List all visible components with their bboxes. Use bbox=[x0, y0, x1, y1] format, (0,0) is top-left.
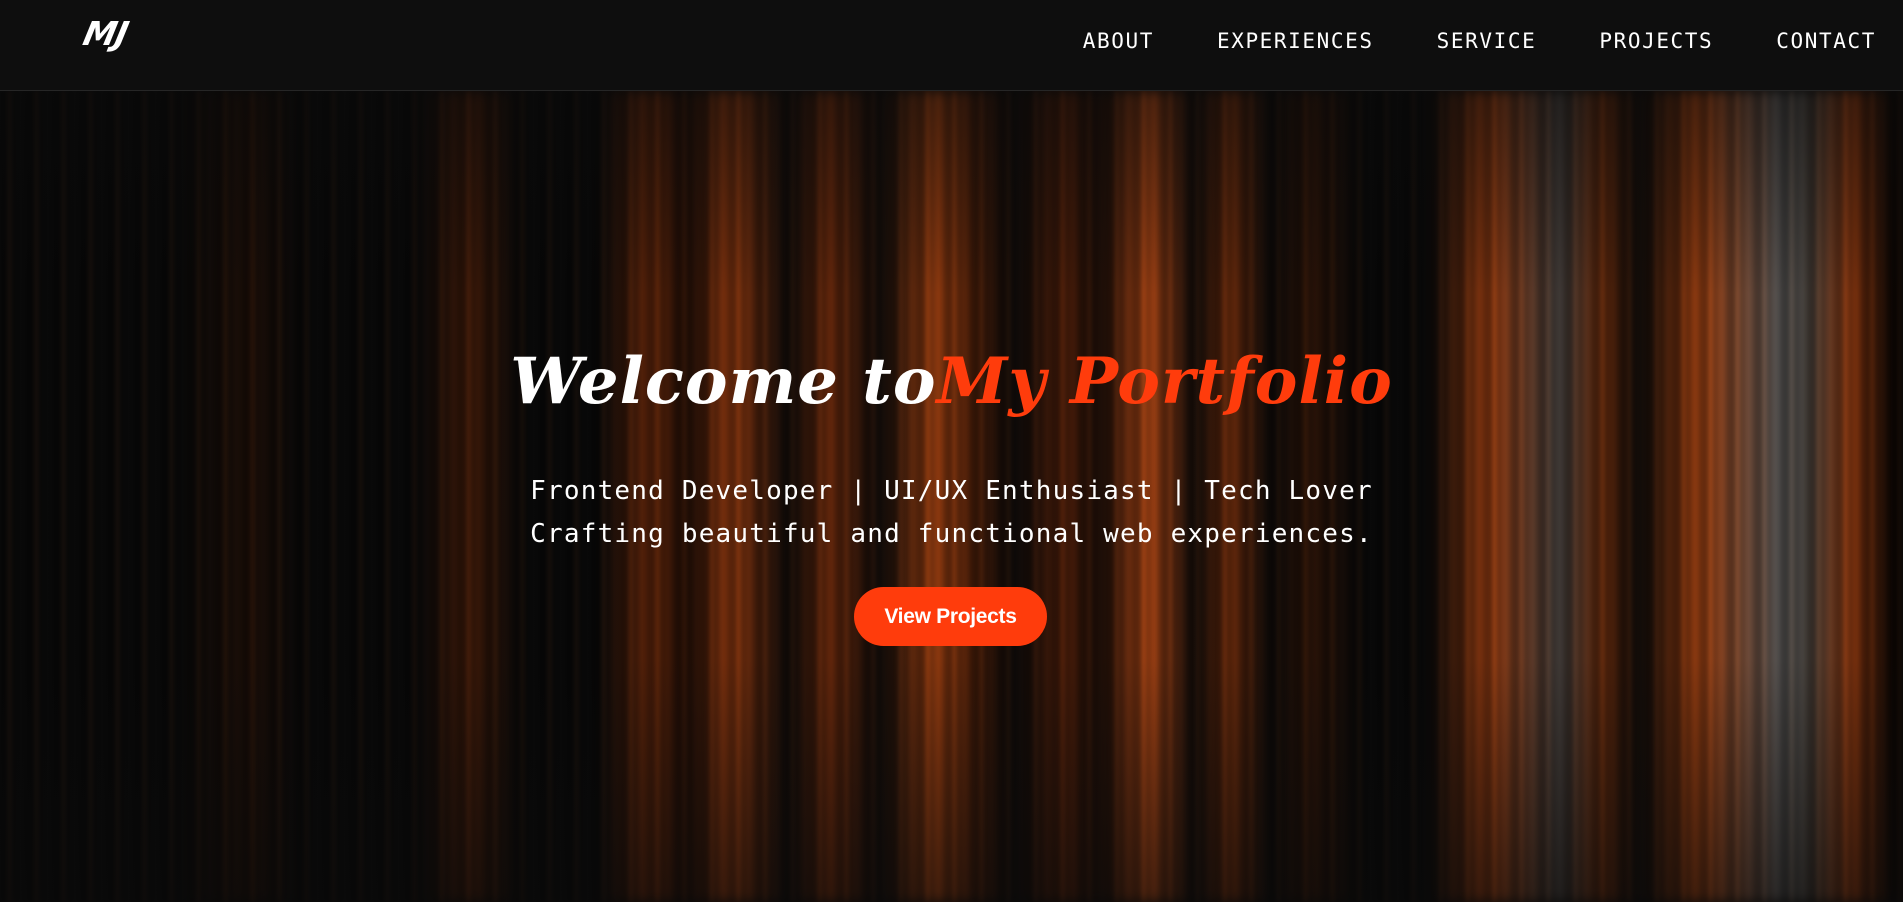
view-projects-button[interactable]: View Projects bbox=[854, 587, 1047, 646]
hero-title-welcome: Welcome to bbox=[510, 344, 937, 419]
main-nav: ABOUT EXPERIENCES SERVICE PROJECTS CONTA… bbox=[1083, 29, 1876, 53]
nav-link-service[interactable]: SERVICE bbox=[1437, 29, 1537, 53]
hero-section: Welcome toMy Portfolio Frontend Develope… bbox=[0, 91, 1903, 902]
nav-link-projects[interactable]: PROJECTS bbox=[1599, 29, 1713, 53]
logo[interactable]: MJ bbox=[80, 14, 131, 53]
nav-link-contact[interactable]: CONTACT bbox=[1776, 29, 1876, 53]
hero-subtitle-tagline: Crafting beautiful and functional web ex… bbox=[530, 519, 1373, 549]
hero-title: Welcome toMy Portfolio bbox=[0, 344, 1903, 419]
nav-link-experiences[interactable]: EXPERIENCES bbox=[1217, 29, 1374, 53]
nav-link-about[interactable]: ABOUT bbox=[1083, 29, 1154, 53]
navbar: MJ ABOUT EXPERIENCES SERVICE PROJECTS CO… bbox=[0, 0, 1903, 91]
hero-title-portfolio: My Portfolio bbox=[936, 344, 1393, 419]
hero-content: Welcome toMy Portfolio Frontend Develope… bbox=[0, 91, 1903, 902]
hero-subtitle-roles: Frontend Developer | UI/UX Enthusiast | … bbox=[530, 476, 1373, 506]
